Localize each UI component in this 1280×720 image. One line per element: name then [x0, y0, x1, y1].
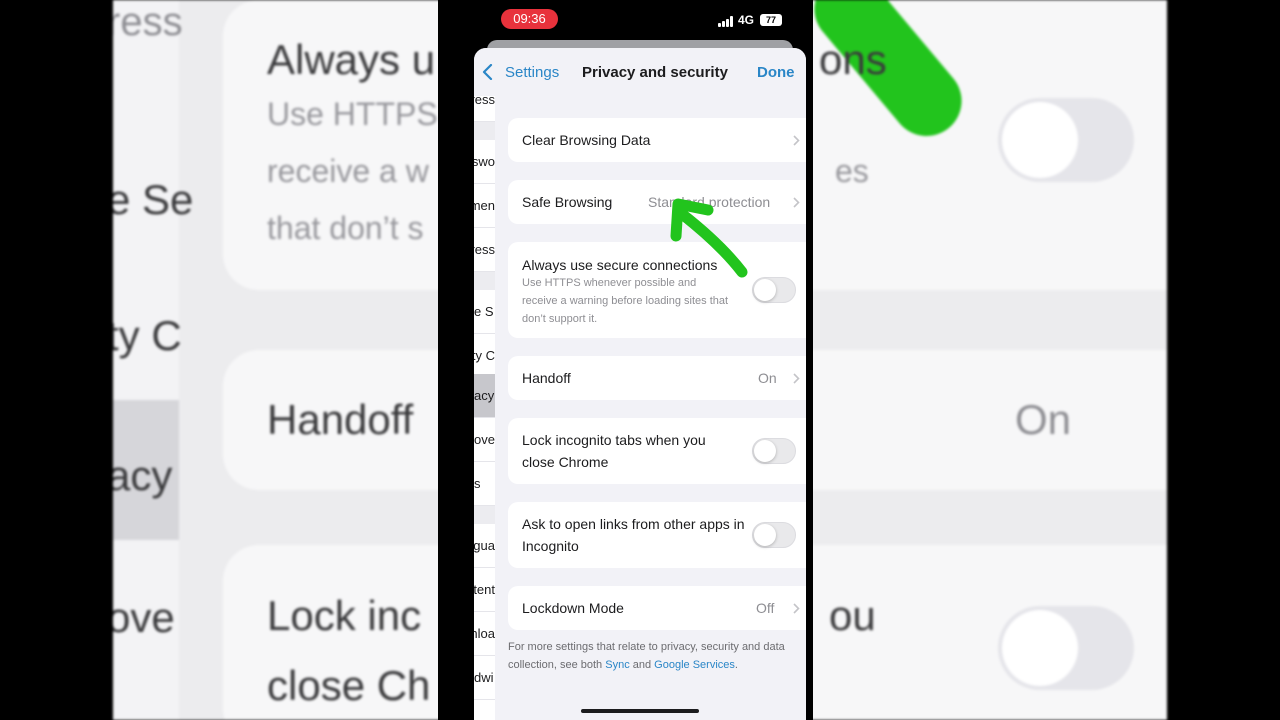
background-lock-title-right: ou	[829, 592, 876, 639]
under-list-item: nloa	[474, 612, 495, 656]
battery-icon: 77	[760, 14, 782, 26]
under-list-item: swo	[474, 140, 495, 184]
background-secure-title: Always u	[267, 36, 436, 83]
open-links-incognito-row: Ask to open links from other apps in Inc…	[508, 502, 806, 568]
video-frame: Always u ons Use HTTPS receive a w es th…	[0, 0, 1280, 720]
chevron-right-icon	[793, 373, 800, 384]
back-chevron-icon[interactable]	[482, 64, 494, 80]
clear-browsing-data-row[interactable]: Clear Browsing Data	[508, 118, 806, 162]
under-list-gap	[474, 122, 495, 140]
handoff-value: On	[758, 370, 777, 386]
background-side-text-3: ty C	[113, 312, 182, 359]
chevron-right-icon	[793, 135, 800, 146]
under-list-item: ove	[474, 418, 495, 462]
background-handoff-title: Handoff	[267, 396, 414, 443]
google-services-link[interactable]: Google Services	[654, 659, 735, 671]
background-secure-sub-2: receive a w	[267, 153, 429, 189]
chevron-right-icon	[793, 197, 800, 208]
background-side-text-2: e Se	[113, 176, 194, 223]
chevron-right-icon	[793, 603, 800, 614]
lockdown-mode-row[interactable]: Lockdown Mode Off	[508, 586, 806, 630]
safe-browsing-value: Standard protection	[648, 194, 771, 210]
status-bar: 09:36 4G 77	[438, 0, 813, 40]
sync-link[interactable]: Sync	[605, 659, 629, 671]
toggle-knob	[754, 279, 776, 301]
secure-connections-toggle[interactable]	[752, 277, 796, 303]
under-list-item: ress	[474, 228, 495, 272]
signal-icon	[718, 16, 734, 27]
under-list-item: tent	[474, 568, 495, 612]
background-handoff-value: On	[1015, 396, 1072, 443]
done-button[interactable]: Done	[757, 64, 795, 81]
secure-connections-description: Use HTTPS whenever possible and receive …	[522, 277, 729, 325]
underlying-settings-list: ress swo men ress e S ty C acy ove s gua…	[474, 88, 495, 720]
background-lock-title-2: close Ch	[267, 662, 431, 709]
lock-incognito-row: Lock incognito tabs when you close Chrom…	[508, 418, 806, 484]
background-secure-sub-1: Use HTTPS	[267, 96, 438, 132]
under-list-item: men	[474, 184, 495, 228]
footer-end-text: .	[734, 659, 738, 671]
status-time: 09:36	[501, 9, 558, 29]
back-button[interactable]: Settings	[505, 64, 559, 81]
under-list-item: ty C	[474, 334, 495, 378]
open-links-incognito-toggle[interactable]	[752, 522, 796, 548]
under-list-gap	[474, 272, 495, 290]
safe-browsing-row[interactable]: Safe Browsing Standard protection	[508, 180, 806, 224]
toggle-knob	[754, 440, 776, 462]
background-secure-sub-3: that don’t s	[267, 210, 424, 246]
background-side-text-5: ove	[113, 594, 175, 641]
secure-connections-label: Always use secure connections	[522, 257, 718, 273]
network-label: 4G	[738, 13, 755, 27]
under-list-item: dwi	[474, 656, 495, 700]
background-side-text-4: acy	[113, 452, 173, 499]
lockdown-mode-value: Off	[756, 600, 775, 616]
handoff-label: Handoff	[522, 370, 571, 386]
footer-note: For more settings that relate to privacy…	[508, 638, 806, 674]
under-list-item-selected: acy	[474, 374, 495, 418]
lock-incognito-toggle[interactable]	[752, 438, 796, 464]
under-list-item: e S	[474, 290, 495, 334]
under-list-gap	[474, 506, 495, 524]
open-links-incognito-label: Ask to open links from other apps in Inc…	[522, 516, 745, 554]
toggle-knob	[754, 524, 776, 546]
background-lock-title-1: Lock inc	[267, 592, 422, 639]
background-toggle-1	[998, 98, 1134, 182]
nav-bar: Settings Privacy and security Done	[474, 48, 806, 96]
privacy-sheet: ress swo men ress e S ty C acy ove s gua…	[474, 48, 806, 720]
phone-screen: 09:36 4G 77 ress swo men ress e S ty C	[438, 0, 813, 720]
background-secure-sub-right: es	[835, 153, 869, 189]
page-title: Privacy and security	[582, 64, 728, 81]
footer-and-text: and	[629, 659, 655, 671]
safe-browsing-label: Safe Browsing	[522, 194, 613, 210]
under-list-item: gua	[474, 524, 495, 568]
background-secure-title-right: ons	[819, 36, 887, 83]
handoff-row[interactable]: Handoff On	[508, 356, 806, 400]
under-list-item: s	[474, 462, 495, 506]
secure-connections-row: Always use secure connections Use HTTPS …	[508, 242, 806, 338]
home-indicator	[581, 709, 699, 713]
lockdown-mode-label: Lockdown Mode	[522, 600, 624, 616]
background-toggle-2	[998, 606, 1134, 690]
clear-browsing-data-label: Clear Browsing Data	[522, 132, 651, 148]
lock-incognito-label: Lock incognito tabs when you close Chrom…	[522, 432, 706, 470]
background-side-text-1: ress	[113, 0, 183, 44]
